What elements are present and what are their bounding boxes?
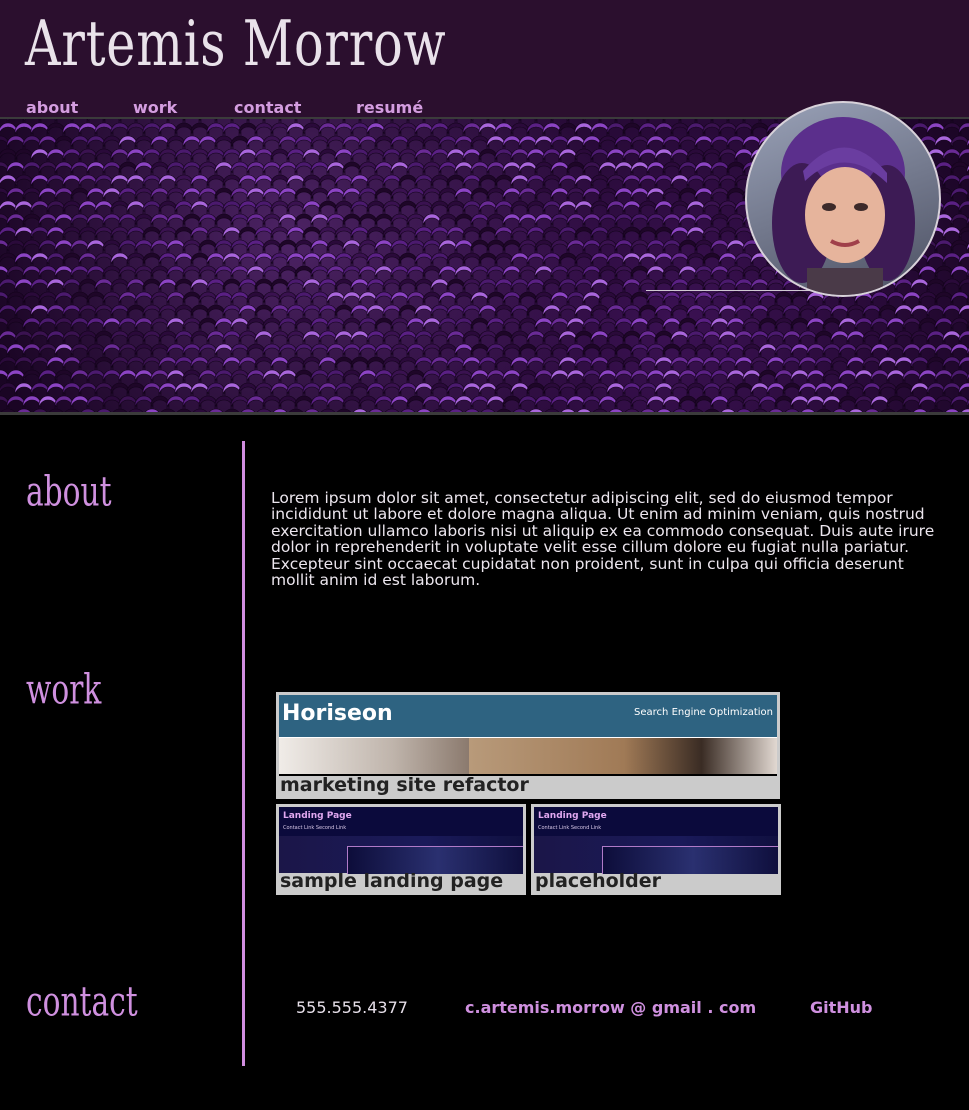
profile-photo-illustration [772,117,915,295]
contact-heading: contact [26,977,138,1026]
about-text: Lorem ipsum dolor sit amet, consectetur … [271,489,935,590]
about-heading: about [26,467,112,516]
nav-link-about[interactable]: about [26,98,78,117]
thumbnail-links: Contact Link Second Link [538,825,602,831]
thumbnail-tagline: Search Engine Optimization [634,707,773,718]
project-card-landing[interactable]: Landing Page Contact Link Second Link sa… [276,804,526,895]
thumbnail-title: Landing Page [283,811,352,821]
project-card-placeholder[interactable]: Landing Page Contact Link Second Link pl… [531,804,781,895]
site-header: Artemis Morrow about work contact resumé [0,0,969,117]
nav-link-resume[interactable]: resumé [356,98,423,117]
section-divider [242,441,245,1066]
project-thumbnail: Landing Page Contact Link Second Link [279,807,523,874]
project-caption: placeholder [535,870,662,892]
project-caption: marketing site refactor [280,774,529,796]
contact-email-link[interactable]: c.artemis.morrow @ gmail . com [465,998,756,1017]
project-card-marketing[interactable]: Horiseon Search Engine Optimization mark… [276,692,780,799]
thumbnail-logo: Horiseon [282,701,393,726]
project-caption: sample landing page [280,870,504,892]
contact-phone: 555.555.4377 [296,998,408,1017]
project-thumbnail: Landing Page Contact Link Second Link [534,807,778,874]
github-link[interactable]: GitHub [810,998,873,1017]
profile-photo [745,101,941,297]
work-heading: work [26,665,102,714]
site-title: Artemis Morrow [25,7,447,81]
nav-link-contact[interactable]: contact [234,98,301,117]
nav-link-work[interactable]: work [133,98,177,117]
project-thumbnail: Horiseon Search Engine Optimization [279,695,777,776]
thumbnail-title: Landing Page [538,811,607,821]
thumbnail-links: Contact Link Second Link [283,825,347,831]
